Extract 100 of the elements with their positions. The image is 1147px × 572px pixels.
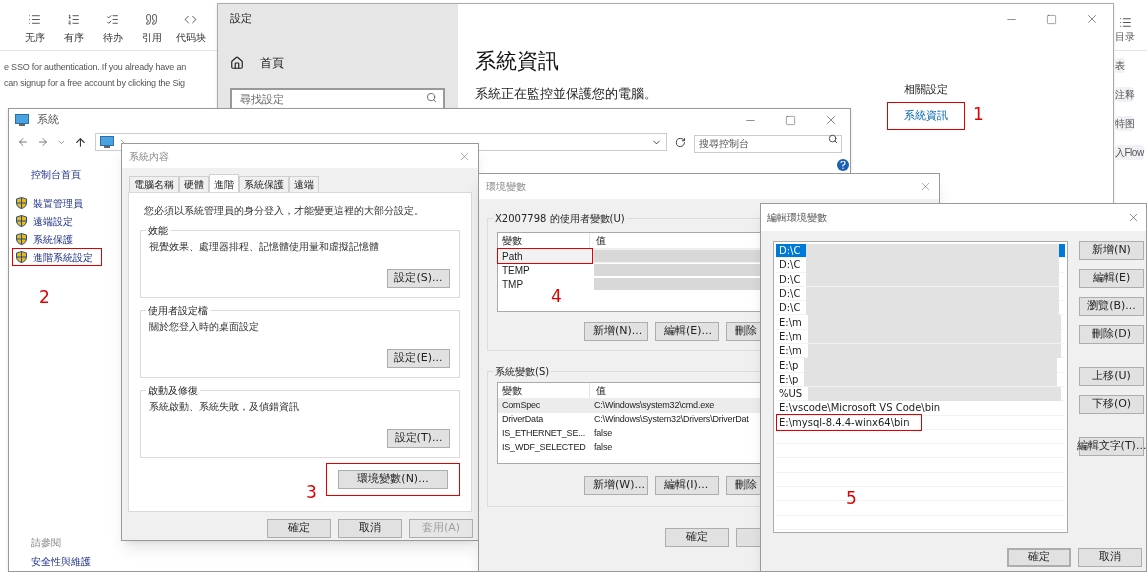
dialog-button[interactable]: 下移(O): [1079, 395, 1144, 414]
dialog-title: 編輯環境變數: [767, 211, 827, 225]
forward-icon[interactable]: [36, 136, 49, 148]
dialog-button[interactable]: 取消: [1078, 548, 1142, 567]
dialog-button[interactable]: 環境變數(N)...: [338, 470, 448, 489]
column-header[interactable]: 變數: [498, 233, 590, 248]
list-item[interactable]: E:\vscode\Microsoft VS Code\bin: [776, 401, 1065, 416]
close-icon[interactable]: [1127, 211, 1140, 224]
annotation-number: 3: [306, 481, 317, 504]
insert-chip[interactable]: 表: [1115, 58, 1125, 73]
group-title: 使用者設定檔: [146, 303, 210, 318]
shield-icon: [16, 251, 27, 263]
list-item[interactable]: E:\p: [776, 358, 1065, 373]
sidebar-item[interactable]: 裝置管理員: [12, 194, 102, 212]
maximize-icon[interactable]: [785, 114, 796, 126]
sidebar-item[interactable]: 遠端設定: [12, 212, 102, 230]
list-item[interactable]: E:\m: [776, 315, 1065, 330]
checklist-icon: [106, 13, 119, 26]
monitor-icon: [99, 136, 114, 148]
page-heading: 系統資訊: [475, 48, 560, 75]
column-header[interactable]: 值: [590, 383, 606, 398]
group-title: X2007798 的使用者變數(U): [493, 211, 627, 226]
close-icon[interactable]: [1085, 12, 1099, 26]
window-title: 設定: [230, 11, 253, 27]
dialog-title: 環境變數: [486, 180, 526, 194]
refresh-icon[interactable]: [675, 136, 686, 148]
list-icon: [28, 13, 41, 26]
system-info-link[interactable]: 系統資訊: [887, 101, 965, 130]
back-icon[interactable]: [17, 136, 29, 148]
group-title: 啟動及修復: [146, 383, 200, 398]
dialog-button[interactable]: 設定(S)...: [387, 269, 450, 288]
dialog-button[interactable]: 確定: [665, 528, 729, 547]
toolbar-button[interactable]: 引用: [135, 13, 168, 45]
tab[interactable]: 硬體: [179, 176, 209, 192]
group-description: 關於您登入時的桌面設定: [149, 320, 260, 334]
dialog-button[interactable]: 編輯(E)...: [655, 322, 719, 341]
page-subtitle: 系統正在監控並保護您的電腦。: [475, 84, 657, 103]
group-title: 系統變數(S): [493, 364, 552, 379]
tab[interactable]: 系統保護: [239, 176, 289, 192]
help-icon[interactable]: [837, 159, 849, 171]
search-field[interactable]: 尋找設定: [230, 87, 445, 111]
toolbar-button[interactable]: 代码块: [174, 13, 207, 45]
dialog-button[interactable]: 編輯(E): [1079, 269, 1144, 288]
search-field[interactable]: 搜尋控制台: [694, 134, 842, 153]
dialog-button[interactable]: 編輯(I)...: [655, 476, 719, 495]
sidebar-link[interactable]: 安全性與維護: [31, 554, 91, 569]
see-also-label: 請參閱: [31, 536, 62, 550]
dialog-button[interactable]: 取消: [338, 519, 402, 538]
dialog-button[interactable]: 新增(W)...: [584, 476, 648, 495]
related-settings-label: 相關設定: [904, 82, 948, 98]
sidebar-item[interactable]: 進階系統設定: [12, 248, 102, 266]
nav-home[interactable]: 首頁: [260, 53, 284, 72]
toolbar-button[interactable]: 无序: [18, 13, 51, 45]
code-icon: [184, 13, 197, 26]
dialog-button[interactable]: 瀏覽(B)...: [1079, 297, 1144, 316]
annotation-number: 1: [973, 103, 984, 126]
annotation-number: 4: [551, 285, 562, 308]
close-icon[interactable]: [919, 180, 932, 193]
toolbar-button[interactable]: 待办: [96, 13, 129, 45]
tab[interactable]: 電腦名稱: [129, 176, 179, 192]
admin-note: 您必須以系統管理員的身分登入，才能變更這裡的大部分設定。: [143, 204, 425, 218]
group-description: 系統啟動、系統失敗，及偵錯資訊: [149, 400, 300, 414]
toolbar-button[interactable]: 有序: [57, 13, 90, 45]
toc-label[interactable]: 目录: [1115, 29, 1135, 44]
list-item[interactable]: E:\m: [776, 329, 1065, 345]
dialog-button[interactable]: 確定: [267, 519, 331, 538]
column-header[interactable]: 變數: [498, 383, 590, 398]
shield-icon: [16, 215, 27, 227]
annotation-number: 5: [846, 487, 857, 510]
toc-icon[interactable]: [1118, 16, 1132, 29]
dialog-button[interactable]: 設定(E)...: [387, 349, 450, 368]
sidebar-item[interactable]: 系統保護: [12, 230, 102, 248]
editor-text: can signup for a free account by clicking the Sig: [4, 77, 185, 90]
shield-icon: [16, 233, 27, 245]
insert-chip[interactable]: 入Flow: [1115, 145, 1144, 160]
up-icon[interactable]: [73, 135, 87, 149]
maximize-icon[interactable]: [1046, 13, 1057, 25]
list-item[interactable]: D:\C: [776, 244, 1065, 259]
dialog-button[interactable]: 刪除(D): [1079, 325, 1144, 344]
insert-chip[interactable]: 注释: [1115, 87, 1134, 102]
tab[interactable]: 遠端: [289, 176, 319, 192]
numbered-list-icon: [67, 13, 80, 26]
list-item[interactable]: D:\C: [776, 272, 1065, 287]
list-item[interactable]: E:\p: [776, 372, 1065, 387]
search-icon[interactable]: [828, 134, 838, 144]
annotation-number: 2: [39, 286, 50, 309]
dialog-button[interactable]: 新增(N)...: [584, 322, 648, 341]
dialog-button[interactable]: 確定: [1007, 548, 1071, 567]
dialog-button[interactable]: 編輯文字(T)...: [1079, 437, 1144, 456]
dialog-button[interactable]: 新增(N): [1079, 241, 1144, 260]
quote-icon: [145, 13, 158, 26]
insert-chip[interactable]: 特图: [1115, 116, 1134, 131]
dialog-button[interactable]: 設定(T)...: [387, 429, 450, 448]
close-icon[interactable]: [824, 113, 838, 127]
column-header[interactable]: 值: [590, 233, 606, 248]
search-icon[interactable]: [426, 91, 437, 103]
group-description: 視覺效果、處理器排程、記憶體使用量和虛擬記憶體: [149, 240, 380, 254]
home-icon[interactable]: [230, 55, 244, 70]
dialog-button[interactable]: 上移(U): [1079, 367, 1144, 386]
monitor-icon: [15, 114, 29, 126]
